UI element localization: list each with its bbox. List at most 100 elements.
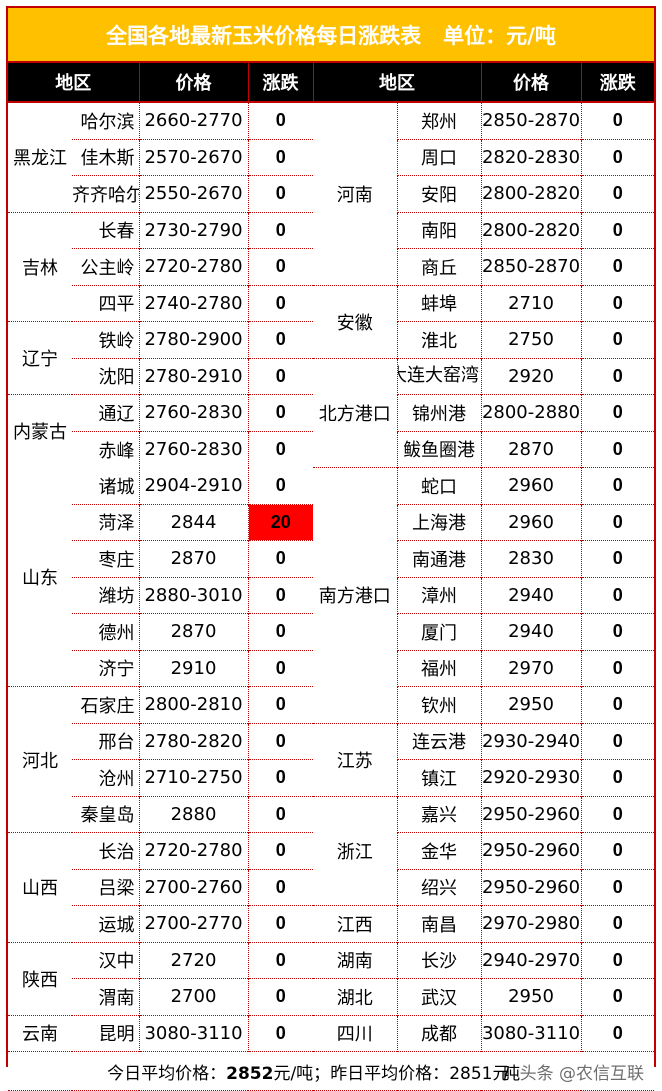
header-price-left: 价格 [138, 63, 248, 103]
change-cell: 0 [247, 430, 313, 468]
city-cell: 邢台 [72, 722, 139, 760]
city-cell: 佳木斯 [72, 138, 139, 176]
province-cell: 浙江 [313, 795, 397, 906]
city-cell: 连云港 [396, 722, 481, 760]
city-cell: 漳州 [396, 576, 481, 614]
price-cell: 2760-2830 [138, 430, 248, 468]
city-cell: 大连大窑湾港 [396, 357, 481, 395]
price-cell: 2870 [138, 540, 248, 577]
price-cell: 2950-2960 [480, 868, 581, 906]
city-name-clipped: 大连大窑湾港 [398, 364, 480, 386]
change-cell: 0 [247, 576, 313, 614]
change-cell: 0 [580, 101, 654, 139]
price-cell: 2930-2940 [480, 722, 581, 760]
city-cell: 镇江 [396, 759, 481, 796]
today-unit: 元/吨； [273, 1063, 331, 1084]
table-row: 陕西 汉中 2720 0 湖南 长沙 2940-2970 0 [8, 941, 654, 1015]
city-cell: 沧州 [72, 759, 139, 796]
change-cell: 0 [247, 467, 313, 504]
header-region-left: 地区 [8, 63, 139, 103]
header-price-right: 价格 [480, 63, 581, 103]
change-cell: 0 [580, 321, 654, 358]
city-cell: 蛇口 [396, 467, 481, 504]
change-cell: 0 [580, 576, 654, 614]
price-cell: 2880-3010 [138, 576, 248, 614]
price-cell: 2800-2810 [138, 686, 248, 723]
city-cell: 铁岭 [72, 321, 139, 358]
city-cell: 齐齐哈尔 [72, 175, 139, 212]
city-cell: 诸城 [98, 476, 135, 498]
yesterday-unit: 元/吨 [492, 1063, 520, 1084]
today-label: 今日平均价格： [107, 1063, 227, 1084]
change-cell: 0 [580, 248, 654, 285]
table-row: 秦皇岛 2880 0 浙江 嘉兴 2950-2960 0 [8, 795, 654, 906]
city-cell: 周口 [396, 138, 481, 176]
province-cell: 北方港口 [313, 357, 397, 468]
province-cell: 吉林 [8, 211, 72, 322]
province-cell: 南方港口 [313, 467, 397, 723]
province-cell: 河南 [313, 101, 397, 285]
change-cell: 0 [247, 284, 313, 322]
change-cell: 0 [580, 467, 654, 504]
change-cell: 0 [580, 978, 654, 1015]
change-cell: 0 [580, 394, 654, 431]
table-title: 全国各地最新玉米价格每日涨跌表 单位：元/吨 [8, 8, 654, 63]
change-cell: 0 [247, 248, 313, 285]
city-cell: 长春 [72, 211, 139, 249]
price-cell: 2870 [480, 430, 581, 468]
city-cell: 南阳 [396, 211, 481, 249]
city-cell: 长沙 [396, 941, 481, 979]
table-row: 运城 2700-2770 0 江西 南昌 2970-2980 0 [8, 905, 654, 942]
city-cell: 南通港 [396, 540, 481, 577]
city-cell: 德州 [72, 613, 139, 650]
change-cell: 0 [580, 540, 654, 577]
change-cell: 0 [247, 394, 313, 431]
price-cell: 2760-2830 [138, 394, 248, 431]
table-row: 邢台 2780-2820 0 江苏 连云港 2930-2940 0 [8, 722, 654, 796]
table-body: 黑龙江 哈尔滨 2660-2770 0 河南 郑州 2850-2870 0 佳木斯 2570-26… [8, 101, 654, 1052]
change-cell: 0 [580, 211, 654, 249]
price-cell: 2950-2960 [480, 795, 581, 833]
price-cell: 2730-2790 [138, 211, 248, 249]
change-cell: 0 [247, 759, 313, 796]
city-cell: 赤峰 [72, 430, 139, 468]
city-cell: 通辽 [72, 394, 139, 431]
change-cell: 0 [247, 978, 313, 1015]
province-cell: 黑龙江 [8, 101, 72, 212]
city-cell: 锦州港 [396, 394, 481, 431]
header-change-right: 涨跌 [580, 63, 654, 103]
city-cell: 金华 [396, 832, 481, 869]
price-cell: 2710-2750 [138, 759, 248, 796]
price-cell: 2960 [480, 503, 581, 541]
city-cell: 渭南 [72, 978, 139, 1015]
city-cell: 福州 [396, 649, 481, 687]
city-cell: 郑州 [396, 101, 481, 139]
city-cell: 成都 [396, 1014, 481, 1052]
change-cell: 0 [247, 540, 313, 577]
price-cell: 2720 [138, 941, 248, 979]
yesterday-label: 昨日平均价格： [330, 1063, 450, 1084]
city-cell: 上海港 [396, 503, 481, 541]
table-row: 沈阳2780-29100北方港口大连大窑湾港29200 [8, 357, 654, 468]
city-cell: 南昌 [396, 905, 481, 942]
price-cell: 2940 [480, 613, 581, 650]
change-cell: 0 [247, 613, 313, 650]
price-cell: 2950-2960 [480, 832, 581, 869]
price-cell: 2870 [138, 613, 248, 650]
change-cell: 0 [247, 357, 313, 395]
price-cell: 2750 [480, 321, 581, 358]
change-cell: 0 [580, 138, 654, 176]
price-cell: 3080-3110 [480, 1014, 581, 1052]
province-cell: 四川 [313, 1014, 397, 1052]
city-cell: 哈尔滨 [72, 101, 139, 139]
province-cell: 内蒙古 [8, 394, 72, 468]
city-cell: 公主岭 [72, 248, 139, 285]
city-cell: 秦皇岛 [72, 795, 139, 833]
province-cell: 山西 [8, 832, 72, 942]
price-cell: 2780-2910 [138, 357, 248, 395]
price-cell: 2780-2900 [138, 321, 248, 358]
change-cell: 0 [580, 430, 654, 468]
city-cell: 绍兴 [396, 868, 481, 906]
change-cell: 0 [247, 1014, 313, 1052]
price-cell: 2700-2770 [138, 905, 248, 942]
